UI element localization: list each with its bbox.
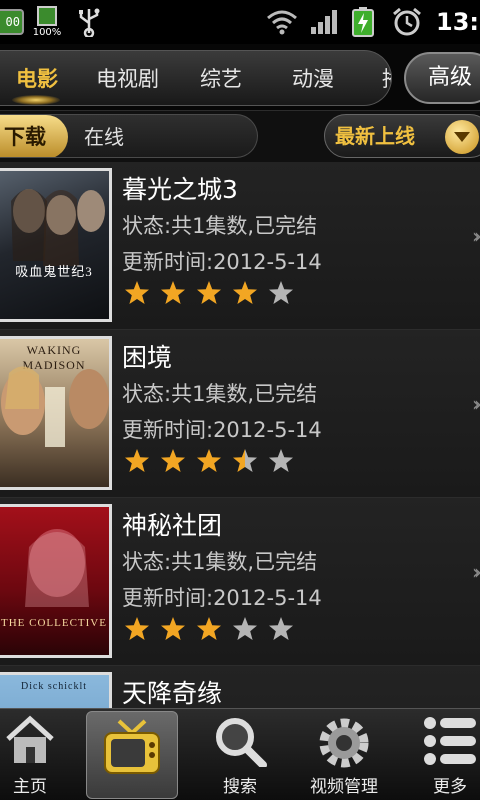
poster-title-text: 吸血鬼世纪3: [15, 264, 93, 279]
movie-title: 天降奇缘: [122, 679, 223, 708]
movie-update-time: 更新时间:2012-5-14: [122, 418, 322, 442]
battery-percent-widget: 100%: [32, 0, 62, 44]
battery-widget-text: 00: [0, 9, 24, 35]
menu-list-icon: [422, 715, 478, 771]
rating-stars: [124, 616, 294, 642]
nav-search[interactable]: 搜索: [194, 709, 286, 800]
clock-time: 13:5: [436, 8, 480, 36]
tab-variety[interactable]: 综艺: [200, 51, 242, 105]
nav-video-manager-label: 视频管理: [310, 777, 378, 797]
status-bar: 00 100% 13:5: [0, 0, 480, 44]
advanced-filter-button[interactable]: 高级: [404, 52, 480, 104]
signal-icon: [310, 0, 340, 44]
movie-update-time: 更新时间:2012-5-14: [122, 250, 322, 274]
category-tab-bar: 电影 电视剧 综艺 动漫 播 高级: [0, 44, 480, 110]
star-filled-icon: [161, 449, 185, 472]
movie-poster: WAKING MADISON: [0, 336, 112, 490]
alarm-icon: [392, 0, 422, 44]
movie-status: 状态:共1集数,已完结: [122, 550, 318, 574]
chevron-right-icon: ››: [472, 224, 480, 248]
star-filled-icon: [197, 617, 221, 640]
nav-home[interactable]: 主页: [0, 709, 76, 800]
star-filled-icon: [161, 617, 185, 640]
star-empty-icon: [233, 617, 257, 640]
source-segmented-control: 下载 在线: [0, 114, 258, 158]
gear-icon: [316, 715, 372, 775]
movie-list: 吸血鬼世纪3 暮光之城3 状态:共1集数,已完结 更新时间:2012-5-14 …: [0, 162, 480, 708]
star-empty-icon: [269, 281, 293, 304]
filter-bar: 下载 在线 最新上线: [0, 110, 480, 162]
segment-online[interactable]: 在线: [84, 115, 124, 157]
battery-widget-icon: 00: [0, 0, 24, 44]
rating-stars: [124, 280, 294, 306]
nav-search-label: 搜索: [223, 777, 257, 797]
battery-percent-text: 100%: [32, 27, 62, 38]
chevron-down-icon: [445, 120, 479, 154]
star-filled-icon: [125, 281, 149, 304]
movie-status: 状态:共1集数,已完结: [122, 382, 318, 406]
wifi-icon: [266, 0, 298, 44]
tab-tv-series[interactable]: 电视剧: [96, 51, 159, 105]
movie-poster: 吸血鬼世纪3: [0, 168, 112, 322]
battery-level-icon: [37, 6, 57, 26]
star-filled-icon: [197, 281, 221, 304]
nav-tv[interactable]: [86, 709, 178, 800]
star-filled-icon: [125, 617, 149, 640]
star-filled-icon: [197, 449, 221, 472]
chevron-right-icon: ››: [472, 560, 480, 584]
nav-home-label: 主页: [13, 777, 47, 797]
list-item[interactable]: THE COLLECTIVE 神秘社团 状态:共1集数,已完结 更新时间:201…: [0, 498, 480, 666]
bottom-nav: 主页 搜索 视频管理 更多: [0, 708, 480, 800]
star-filled-icon: [233, 281, 257, 304]
tv-icon: [101, 717, 163, 783]
battery-charging-icon: [352, 0, 374, 44]
star-half-icon: [233, 449, 257, 472]
nav-video-manager[interactable]: 视频管理: [298, 709, 390, 800]
nav-more-label: 更多: [433, 777, 467, 797]
movie-title: 困境: [122, 343, 173, 372]
movie-title: 神秘社团: [122, 511, 223, 540]
sort-dropdown[interactable]: 最新上线: [324, 114, 480, 158]
star-filled-icon: [125, 449, 149, 472]
tab-anime[interactable]: 动漫: [292, 51, 334, 105]
rating-stars: [124, 448, 294, 474]
tab-broadcast[interactable]: 播: [382, 51, 391, 105]
usb-icon: [76, 0, 102, 44]
movie-status: 状态:共1集数,已完结: [122, 214, 318, 238]
movie-title: 暮光之城3: [122, 175, 238, 204]
category-tabs-container: 电影 电视剧 综艺 动漫 播: [0, 50, 392, 106]
home-icon: [4, 715, 56, 769]
star-empty-icon: [269, 617, 293, 640]
movie-poster: Dick schicklt: [0, 672, 112, 708]
sort-dropdown-label: 最新上线: [335, 124, 415, 148]
star-empty-icon: [269, 449, 293, 472]
active-tab-indicator: [12, 95, 60, 105]
movie-poster: THE COLLECTIVE: [0, 504, 112, 658]
list-item[interactable]: WAKING MADISON 困境 状态:共1集数,已完结 更新时间:2012-…: [0, 330, 480, 498]
search-icon: [213, 715, 267, 771]
list-item[interactable]: Dick schicklt 天降奇缘: [0, 666, 480, 708]
list-item[interactable]: 吸血鬼世纪3 暮光之城3 状态:共1集数,已完结 更新时间:2012-5-14 …: [0, 162, 480, 330]
movie-update-time: 更新时间:2012-5-14: [122, 586, 322, 610]
poster-title-text: THE COLLECTIVE: [1, 617, 107, 629]
nav-more[interactable]: 更多: [404, 709, 480, 800]
segment-download[interactable]: 下载: [0, 115, 68, 157]
star-filled-icon: [161, 281, 185, 304]
poster-title-text: Dick schicklt: [20, 681, 88, 692]
chevron-right-icon: ››: [472, 392, 480, 416]
